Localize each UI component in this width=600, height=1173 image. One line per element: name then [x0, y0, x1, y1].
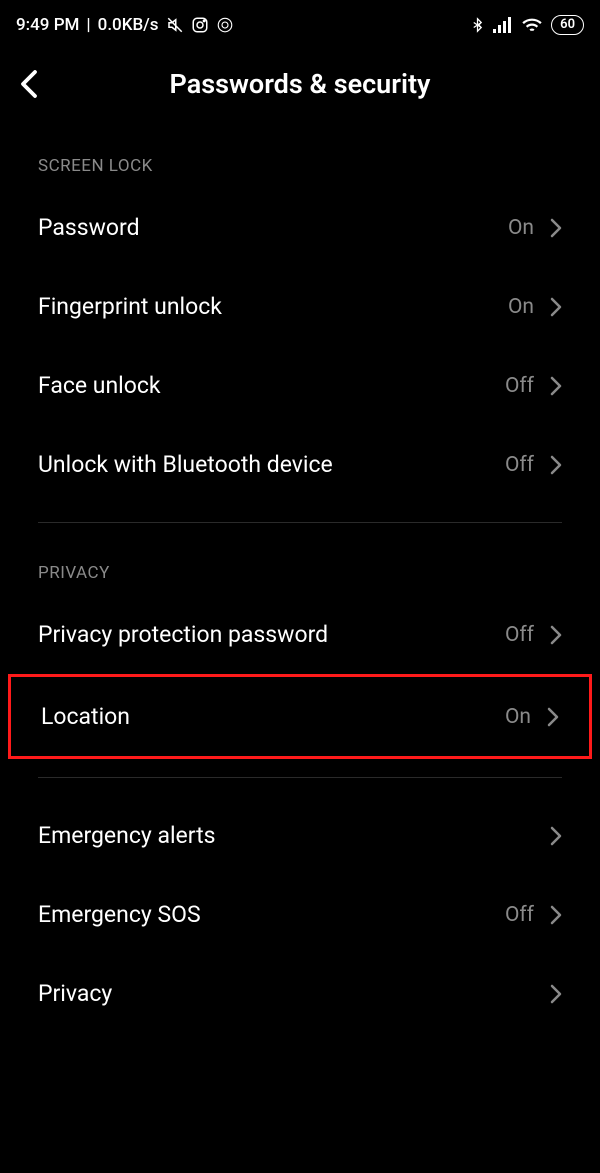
signal-icon: [493, 17, 513, 33]
app-icon: [216, 16, 234, 34]
divider: [38, 522, 562, 523]
row-bluetooth-unlock-value: Off: [505, 453, 534, 477]
highlight-annotation: Location On: [8, 674, 592, 759]
row-fingerprint-value: On: [508, 295, 534, 319]
row-bluetooth-unlock-label: Unlock with Bluetooth device: [38, 451, 505, 478]
row-location-label: Location: [41, 703, 505, 730]
bluetooth-icon: [470, 15, 485, 35]
row-privacy-protection-label: Privacy protection password: [38, 621, 505, 648]
row-fingerprint-label: Fingerprint unlock: [38, 293, 508, 320]
row-location-value: On: [505, 705, 531, 729]
row-emergency-sos[interactable]: Emergency SOS Off: [0, 875, 600, 954]
instagram-icon: [191, 16, 209, 34]
row-emergency-alerts-label: Emergency alerts: [38, 822, 550, 849]
row-face-unlock-value: Off: [505, 374, 534, 398]
battery-level: 60: [551, 15, 584, 35]
row-face-unlock[interactable]: Face unlock Off: [0, 346, 600, 425]
status-left: 9:49 PM | 0.0KB/s: [16, 15, 234, 35]
page-title: Passwords & security: [60, 68, 580, 100]
row-emergency-sos-value: Off: [505, 903, 534, 927]
row-privacy-label: Privacy: [38, 980, 550, 1007]
chevron-right-icon: [550, 905, 562, 925]
chevron-right-icon: [550, 218, 562, 238]
row-fingerprint[interactable]: Fingerprint unlock On: [0, 267, 600, 346]
row-emergency-sos-label: Emergency SOS: [38, 901, 505, 928]
row-password-value: On: [508, 216, 534, 240]
status-right: 60: [470, 15, 584, 35]
divider: [38, 777, 562, 778]
wifi-icon: [521, 17, 543, 33]
row-password-label: Password: [38, 214, 508, 241]
chevron-right-icon: [550, 455, 562, 475]
row-privacy-protection[interactable]: Privacy protection password Off: [0, 595, 600, 674]
status-divider: |: [86, 15, 90, 35]
chevron-right-icon: [550, 376, 562, 396]
row-emergency-alerts[interactable]: Emergency alerts: [0, 796, 600, 875]
row-location[interactable]: Location On: [11, 677, 589, 756]
chevron-right-icon: [550, 826, 562, 846]
chevron-right-icon: [550, 984, 562, 1004]
row-bluetooth-unlock[interactable]: Unlock with Bluetooth device Off: [0, 425, 600, 504]
chevron-right-icon: [550, 297, 562, 317]
row-privacy[interactable]: Privacy: [0, 954, 600, 1033]
chevron-right-icon: [550, 625, 562, 645]
status-bar: 9:49 PM | 0.0KB/s 60: [0, 0, 600, 46]
row-password[interactable]: Password On: [0, 188, 600, 267]
row-privacy-protection-value: Off: [505, 623, 534, 647]
section-header-privacy: PRIVACY: [0, 541, 600, 595]
section-header-screen-lock: SCREEN LOCK: [0, 134, 600, 188]
chevron-right-icon: [547, 707, 559, 727]
mute-icon: [166, 16, 184, 34]
row-face-unlock-label: Face unlock: [38, 372, 505, 399]
status-net-speed: 0.0KB/s: [98, 15, 159, 35]
status-time: 9:49 PM: [16, 15, 79, 35]
back-button[interactable]: [20, 69, 60, 99]
header: Passwords & security: [0, 46, 600, 134]
